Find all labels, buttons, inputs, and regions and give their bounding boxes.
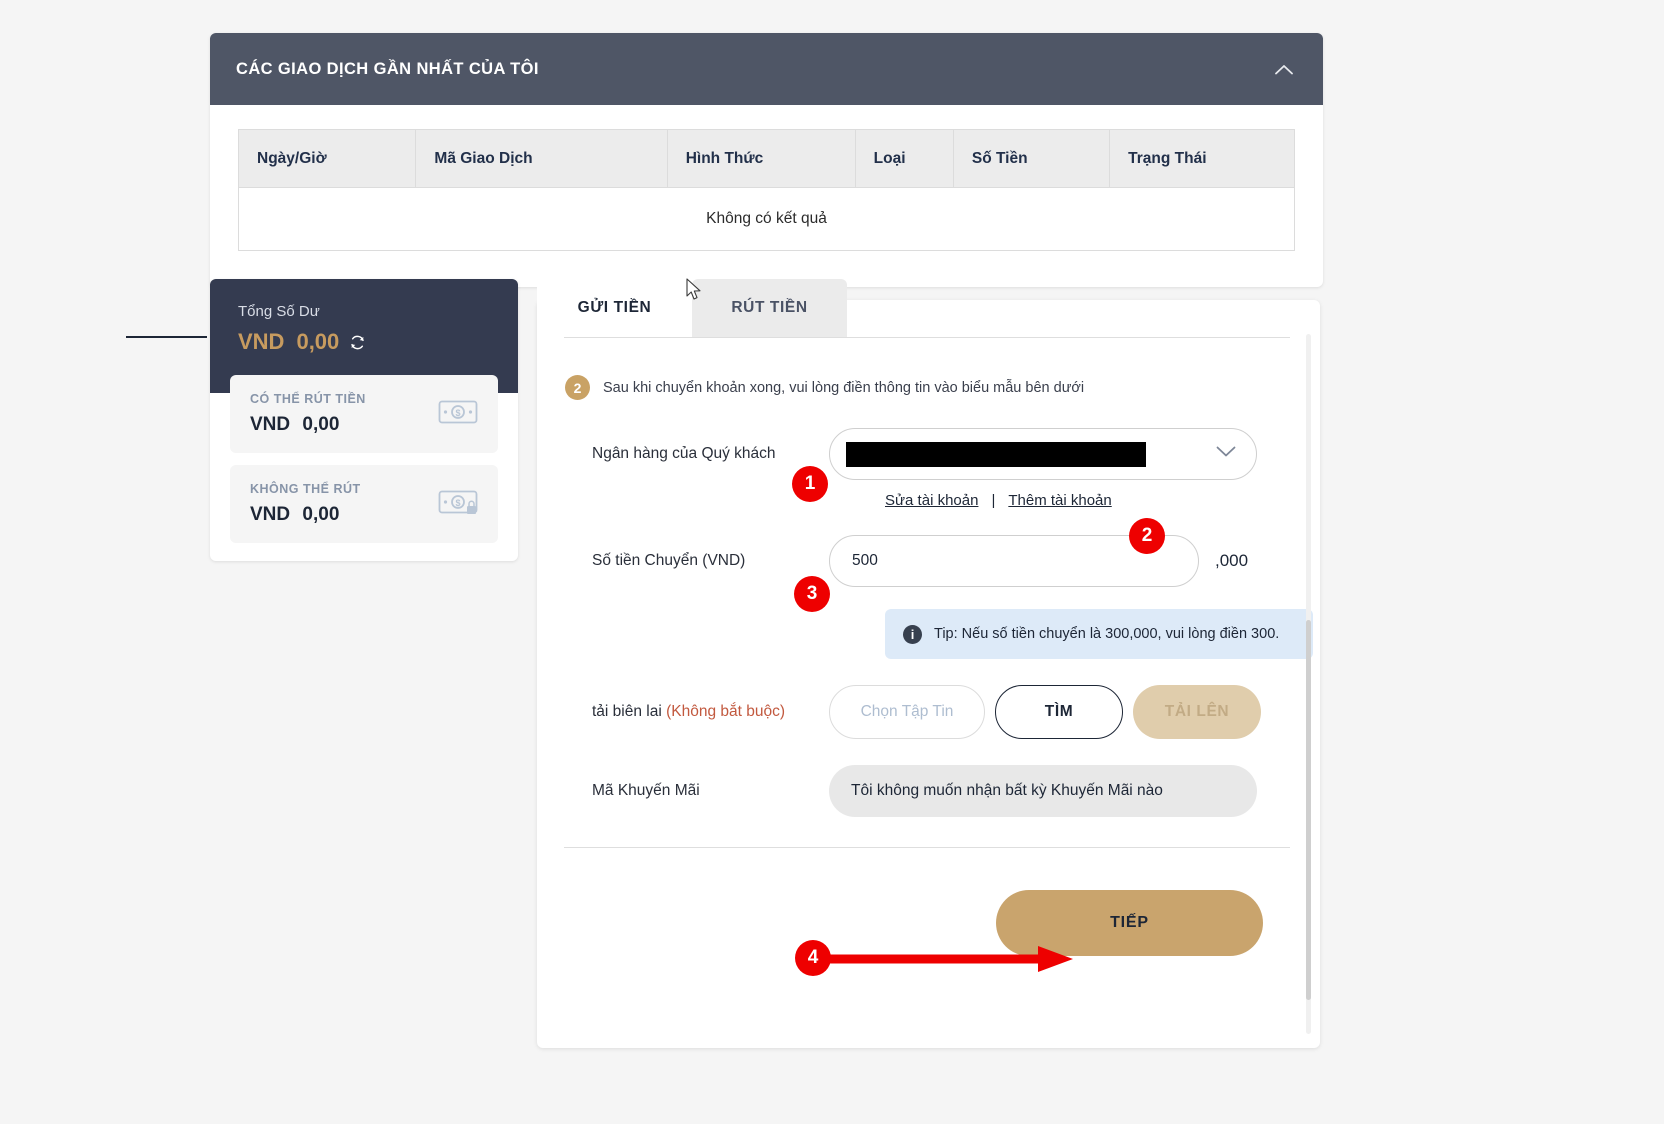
promo-field-area: Tôi không muốn nhận bất kỳ Khuyến Mãi nà… bbox=[829, 765, 1290, 817]
bank-select[interactable] bbox=[829, 428, 1257, 480]
edit-account-link[interactable]: Sửa tài khoản bbox=[885, 492, 978, 509]
bank-select-value bbox=[846, 441, 1146, 467]
promo-code-select[interactable]: Tôi không muốn nhận bất kỳ Khuyến Mãi nà… bbox=[829, 765, 1257, 817]
form-scrollbar-thumb[interactable] bbox=[1306, 620, 1311, 1000]
bank-select-row: Ngân hàng của Quý khách bbox=[564, 428, 1290, 480]
total-balance-currency: VND bbox=[238, 329, 285, 354]
recent-transactions-title: CÁC GIAO DỊCH GẦN NHẤT CỦA TÔI bbox=[236, 59, 539, 78]
link-separator: | bbox=[991, 492, 996, 509]
col-status: Trạng Thái bbox=[1109, 129, 1295, 188]
choose-file-button[interactable]: Chọn Tập Tin bbox=[829, 685, 985, 739]
table-header-row: Ngày/Giờ Mã Giao Dịch Hình Thức Loại Số … bbox=[237, 129, 1295, 188]
step-instruction-text: Sau khi chuyển khoản xong, vui lòng điền… bbox=[603, 379, 1085, 396]
col-transaction-id: Mã Giao Dịch bbox=[415, 129, 668, 188]
deposit-form-content: 2 Sau khi chuyển khoản xong, vui lòng đi… bbox=[537, 300, 1320, 1048]
upload-file-button[interactable]: TẢI LÊN bbox=[1133, 685, 1261, 739]
receipt-buttons-area: Chọn Tập Tin TÌM TẢI LÊN bbox=[829, 685, 1290, 739]
non-withdrawable-amount: VND 0,00 bbox=[250, 504, 361, 526]
page-root: CÁC GIAO DỊCH GẦN NHẤT CỦA TÔI Ngày/Giờ … bbox=[0, 0, 1664, 1124]
form-top-divider bbox=[564, 337, 1290, 338]
non-withdrawable-balance-item: KHÔNG THỂ RÚT VND 0,00 $ bbox=[230, 465, 498, 543]
total-balance-amount: VND 0,00 bbox=[238, 329, 490, 355]
annotation-marker-2: 2 bbox=[1129, 518, 1165, 554]
amount-suffix: ,000 bbox=[1215, 551, 1249, 570]
transactions-table: Ngày/Giờ Mã Giao Dịch Hình Thức Loại Số … bbox=[237, 129, 1295, 251]
info-icon: i bbox=[903, 624, 922, 644]
withdrawable-value: 0,00 bbox=[302, 414, 340, 435]
svg-text:$: $ bbox=[455, 498, 460, 508]
form-bottom-divider bbox=[564, 847, 1290, 848]
annotation-marker-4: 4 bbox=[795, 940, 831, 976]
withdrawable-label: CÓ THỂ RÚT TIỀN bbox=[250, 392, 366, 406]
annotation-marker-3: 3 bbox=[794, 576, 830, 612]
withdrawable-currency: VND bbox=[250, 414, 291, 435]
table-empty-row: Không có kết quả bbox=[238, 187, 1295, 251]
active-tab-underline bbox=[126, 336, 207, 338]
step-number-badge: 2 bbox=[565, 375, 590, 400]
non-withdrawable-currency: VND bbox=[250, 504, 291, 525]
col-datetime: Ngày/Giờ bbox=[237, 129, 417, 188]
balance-sidebar: Tổng Số Dư VND 0,00 CÓ THỂ RÚT TIỀN VND … bbox=[210, 279, 518, 561]
withdrawable-amount: VND 0,00 bbox=[250, 414, 366, 436]
add-account-link[interactable]: Thêm tài khoản bbox=[1008, 492, 1111, 509]
amount-row: Số tiền Chuyển (VND) 500 ,000 bbox=[564, 535, 1290, 587]
total-balance-value: 0,00 bbox=[296, 329, 340, 354]
col-type: Loại bbox=[854, 129, 954, 188]
non-withdrawable-label: KHÔNG THỂ RÚT bbox=[250, 482, 361, 496]
withdrawable-balance-item: CÓ THỂ RÚT TIỀN VND 0,00 $ bbox=[230, 375, 498, 453]
amount-tip-box: i Tip: Nếu số tiền chuyển là 300,000, vu… bbox=[885, 609, 1313, 659]
receipt-label: tải biên lai (Không bắt buộc) bbox=[564, 703, 829, 721]
tab-withdraw[interactable]: RÚT TIỀN bbox=[692, 279, 847, 337]
find-file-button[interactable]: TÌM bbox=[995, 685, 1123, 739]
banknote-icon: $ bbox=[438, 398, 478, 431]
promo-code-label: Mã Khuyến Mãi bbox=[592, 782, 700, 799]
annotation-arrow-to-next-button bbox=[820, 946, 1073, 972]
amount-field-area: 500 ,000 bbox=[829, 535, 1290, 587]
bank-select-field-area bbox=[829, 428, 1290, 480]
promo-code-row: Mã Khuyến Mãi Tôi không muốn nhận bất kỳ… bbox=[564, 765, 1290, 817]
banknote-lock-icon: $ bbox=[438, 488, 478, 521]
non-withdrawable-value: 0,00 bbox=[302, 504, 340, 525]
annotation-marker-1: 1 bbox=[792, 466, 828, 502]
deposit-form-card: 2 Sau khi chuyển khoản xong, vui lòng đi… bbox=[537, 300, 1320, 1048]
col-method: Hình Thức bbox=[666, 129, 856, 188]
chevron-up-icon[interactable] bbox=[1271, 56, 1297, 82]
col-amount: Số Tiền bbox=[952, 129, 1111, 188]
empty-results-message: Không có kết quả bbox=[238, 187, 1295, 251]
receipt-label-text: tải biên lai bbox=[592, 703, 662, 720]
receipt-optional-text: (Không bắt buộc) bbox=[666, 703, 786, 720]
step-2-instruction: 2 Sau khi chuyển khoản xong, vui lòng đi… bbox=[565, 375, 1290, 400]
receipt-upload-row: tải biên lai (Không bắt buộc) Chọn Tập T… bbox=[564, 685, 1290, 739]
amount-tip-text: Tip: Nếu số tiền chuyển là 300,000, vui … bbox=[934, 626, 1280, 642]
recent-transactions-card: CÁC GIAO DỊCH GẦN NHẤT CỦA TÔI Ngày/Giờ … bbox=[210, 33, 1323, 287]
account-links-row: Sửa tài khoản | Thêm tài khoản bbox=[564, 492, 1290, 509]
recent-transactions-header: CÁC GIAO DỊCH GẦN NHẤT CỦA TÔI bbox=[210, 33, 1323, 105]
bank-select-label: Ngân hàng của Quý khách bbox=[592, 445, 776, 462]
tab-deposit[interactable]: GỬI TIỀN bbox=[537, 279, 692, 337]
recent-transactions-body: Ngày/Giờ Mã Giao Dịch Hình Thức Loại Số … bbox=[210, 105, 1323, 287]
refresh-icon[interactable] bbox=[349, 334, 366, 351]
svg-text:$: $ bbox=[455, 408, 460, 418]
mouse-cursor bbox=[686, 278, 701, 300]
total-balance-label: Tổng Số Dư bbox=[238, 303, 320, 320]
amount-label: Số tiền Chuyển (VND) bbox=[592, 552, 746, 569]
chevron-down-icon bbox=[1216, 445, 1236, 463]
